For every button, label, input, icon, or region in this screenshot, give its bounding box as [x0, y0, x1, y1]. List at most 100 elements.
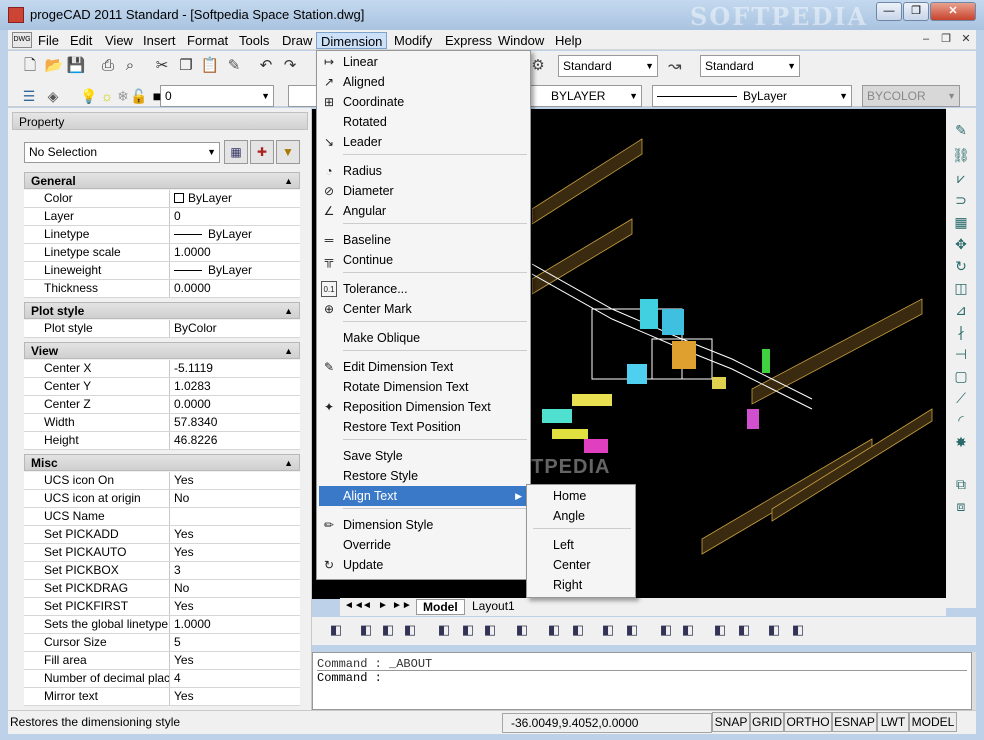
layer-off-button[interactable]: ◧: [434, 620, 454, 640]
fillet-button[interactable]: ◜: [951, 410, 971, 430]
color-square-button[interactable]: ■: [148, 86, 166, 106]
print-button[interactable]: ⎙: [98, 56, 118, 76]
tab-last-icon[interactable]: ►►: [392, 600, 412, 611]
menu-draw[interactable]: Draw: [278, 32, 316, 49]
property-value[interactable]: Yes: [174, 544, 194, 561]
submenu-item-center[interactable]: Center: [529, 555, 633, 575]
close-button[interactable]: ✕: [930, 2, 976, 21]
property-value[interactable]: 0.0000: [174, 280, 211, 297]
menu-item-baseline[interactable]: ═ Baseline: [319, 230, 528, 250]
menu-item-diameter[interactable]: ⊘ Diameter: [319, 181, 528, 201]
property-row[interactable]: Lineweight ByLayer: [24, 262, 300, 280]
edit-pline-button[interactable]: ⧉: [951, 474, 971, 494]
menu-item-center-mark[interactable]: ⊕ Center Mark: [319, 299, 528, 319]
selection-select[interactable]: No Selection ▼: [24, 142, 220, 163]
text-style-button[interactable]: ⚙: [528, 56, 548, 76]
menu-item-make-oblique[interactable]: Make Oblique: [319, 328, 528, 348]
dim-style-select[interactable]: Standard ▼: [700, 55, 800, 77]
status-toggle-ortho[interactable]: ORTHO: [784, 712, 832, 732]
layer-unlock-all-button[interactable]: ◧: [678, 620, 698, 640]
linetype-select[interactable]: ByLayer ▼: [652, 85, 852, 107]
color-swatch[interactable]: [288, 85, 318, 107]
property-value[interactable]: 1.0283: [174, 378, 211, 395]
menu-item-restore-style[interactable]: Restore Style: [319, 466, 528, 486]
extend-button[interactable]: ⊣: [951, 344, 971, 364]
property-value[interactable]: 1.0000: [174, 616, 211, 633]
property-row[interactable]: Set PICKDRAG No: [24, 580, 300, 598]
property-row[interactable]: Cursor Size 5: [24, 634, 300, 652]
property-row[interactable]: Thickness 0.0000: [24, 280, 300, 298]
menu-item-update[interactable]: ↻ Update: [319, 555, 528, 575]
section-header-plot-style[interactable]: Plot style ▲: [24, 302, 300, 319]
color-select[interactable]: BYCOLOR ▼: [862, 85, 960, 107]
new-file-button[interactable]: 🗋: [20, 56, 40, 76]
property-value[interactable]: 4: [174, 670, 181, 687]
menu-dimension[interactable]: Dimension: [316, 32, 388, 49]
property-row[interactable]: Sets the global linetype ... 1.0000: [24, 616, 300, 634]
menu-item-rotated[interactable]: Rotated: [319, 112, 528, 132]
property-row[interactable]: Set PICKAUTO Yes: [24, 544, 300, 562]
explode-button[interactable]: ✸: [951, 432, 971, 452]
property-row[interactable]: Plot style ByColor: [24, 320, 300, 338]
menu-item-radius[interactable]: ◔ Radius: [319, 161, 528, 181]
tab-model[interactable]: Model: [416, 599, 465, 615]
mdi-minimize-button[interactable]: –: [917, 32, 935, 48]
property-row[interactable]: Set PICKFIRST Yes: [24, 598, 300, 616]
mirror-button[interactable]: ⩗: [951, 168, 971, 188]
property-value[interactable]: ByColor: [174, 320, 217, 337]
menu-window[interactable]: Window: [494, 32, 548, 49]
property-row[interactable]: Layer 0: [24, 208, 300, 226]
layer-linetype-select[interactable]: BYLAYER ▼: [530, 85, 642, 107]
property-row[interactable]: Fill area Yes: [24, 652, 300, 670]
layer-previous-button[interactable]: ◧: [326, 620, 346, 640]
property-row[interactable]: Height 46.8226: [24, 432, 300, 450]
submenu-item-angle[interactable]: Angle: [529, 506, 633, 526]
property-row[interactable]: UCS icon at origin No: [24, 490, 300, 508]
quick-select-button[interactable]: ▦: [224, 140, 248, 164]
layer-state-button[interactable]: ◈: [44, 86, 62, 106]
text-style-select[interactable]: Standard ▼: [558, 55, 658, 77]
pen-button[interactable]: ✎: [951, 120, 971, 140]
collapse-icon[interactable]: ▲: [284, 343, 293, 360]
layer-match-button[interactable]: ◧: [378, 620, 398, 640]
layer-walk-button[interactable]: ◧: [400, 620, 420, 640]
rotate-button[interactable]: ↻: [951, 256, 971, 276]
redo-button[interactable]: ↷: [280, 56, 300, 76]
command-scrollbar[interactable]: [972, 652, 976, 710]
property-value[interactable]: 1.0000: [174, 244, 211, 261]
submenu-item-home[interactable]: Home: [529, 486, 633, 506]
layer-select[interactable]: 0 ▼: [160, 85, 274, 107]
layer-manager-button[interactable]: ☰: [20, 86, 38, 106]
property-row[interactable]: Linetype scale 1.0000: [24, 244, 300, 262]
menu-edit[interactable]: Edit: [66, 32, 96, 49]
layer-isolate-button[interactable]: ◧: [356, 620, 376, 640]
tab-first-icon[interactable]: ◄◄: [344, 600, 364, 611]
property-value[interactable]: ByLayer: [174, 190, 232, 207]
tab-next-icon[interactable]: ►: [378, 600, 388, 611]
status-toggle-esnap[interactable]: ESNAP: [832, 712, 877, 732]
property-value[interactable]: ByLayer: [174, 262, 252, 279]
move-button[interactable]: ✥: [951, 234, 971, 254]
property-row[interactable]: Linetype ByLayer: [24, 226, 300, 244]
layer-freeze-button[interactable]: ◧: [458, 620, 478, 640]
layer-unlock-button[interactable]: ◧: [568, 620, 588, 640]
trim-button[interactable]: ∤: [951, 322, 971, 342]
layer-lock-button[interactable]: ◧: [544, 620, 564, 640]
property-value[interactable]: 3: [174, 562, 181, 579]
filter-button[interactable]: ▼: [276, 140, 300, 164]
palette-button[interactable]: ◧: [788, 620, 808, 640]
submenu-item-right[interactable]: Right: [529, 575, 633, 595]
menu-item-angular[interactable]: ∠ Angular: [319, 201, 528, 221]
section-header-general[interactable]: General ▲: [24, 172, 300, 189]
property-value[interactable]: Yes: [174, 652, 194, 669]
bulb-button[interactable]: 💡: [80, 86, 98, 106]
menu-item-tolerance[interactable]: 0.1 Tolerance...: [319, 279, 528, 299]
menu-item-rotate-dimension-text[interactable]: Rotate Dimension Text: [319, 377, 528, 397]
menu-item-dimension-style[interactable]: ✏ Dimension Style: [319, 515, 528, 535]
chain-button[interactable]: ⛓: [951, 145, 971, 165]
collapse-icon[interactable]: ▲: [284, 303, 293, 320]
property-row[interactable]: Set PICKBOX 3: [24, 562, 300, 580]
dim-style-icon[interactable]: ↝: [668, 56, 688, 76]
property-value[interactable]: Yes: [174, 598, 194, 615]
layer-lock-all-button[interactable]: ◧: [710, 620, 730, 640]
